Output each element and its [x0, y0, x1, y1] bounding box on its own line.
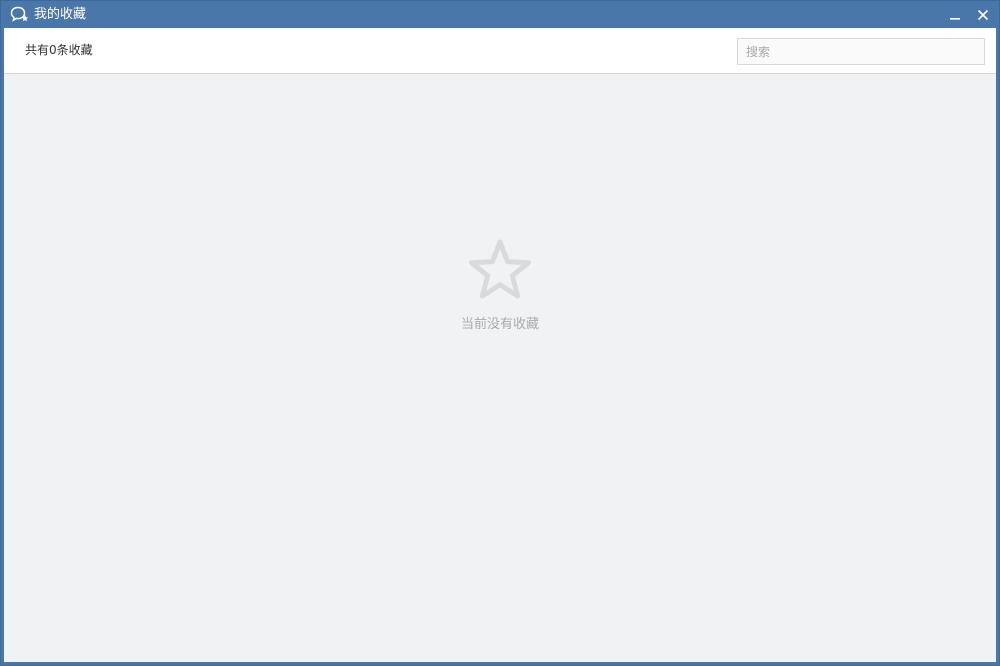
minimize-icon: [950, 18, 960, 20]
empty-state: 当前没有收藏: [4, 236, 996, 334]
content-area: 共有0条收藏 当前没有收藏: [4, 28, 996, 662]
toolbar: 共有0条收藏: [4, 28, 996, 74]
search-input[interactable]: [737, 38, 985, 65]
star-outline-icon: [464, 236, 536, 304]
chat-star-icon: [10, 6, 30, 24]
close-button[interactable]: [973, 5, 993, 25]
favorites-window: 我的收藏 共有0条收藏 当前没有收藏: [0, 0, 1000, 666]
minimize-button[interactable]: [945, 5, 965, 25]
close-icon: [977, 9, 989, 21]
title-bar[interactable]: 我的收藏: [1, 1, 999, 28]
empty-message: 当前没有收藏: [460, 317, 539, 332]
favorites-count: 共有0条收藏: [25, 43, 93, 57]
window-title: 我的收藏: [34, 7, 87, 22]
